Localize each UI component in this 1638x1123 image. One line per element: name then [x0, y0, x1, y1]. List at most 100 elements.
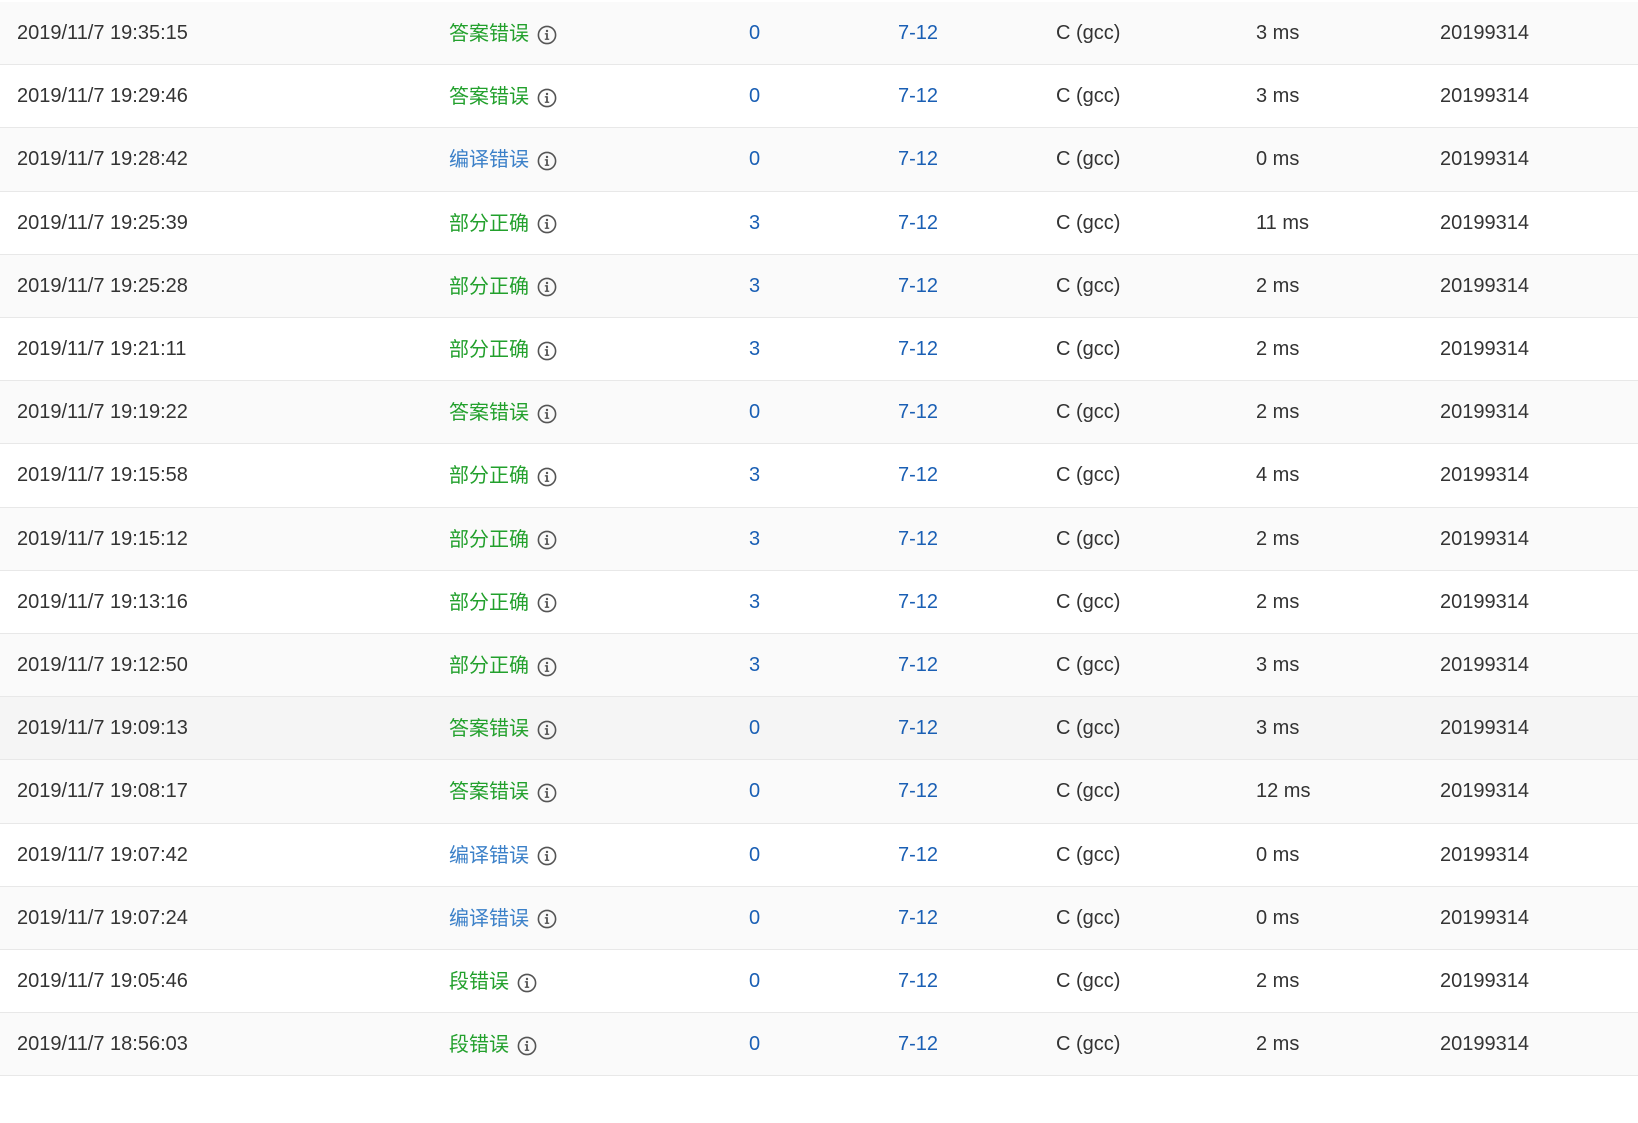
problem-link[interactable]: 7-12: [898, 887, 938, 950]
info-icon[interactable]: [537, 404, 557, 424]
problem-link[interactable]: 7-12: [898, 381, 938, 444]
table-row[interactable]: 2019/11/7 19:29:46 答案错误 0 7-12 C (gcc) 3 ms 20…: [0, 65, 1638, 129]
problem-link[interactable]: 7-12: [898, 128, 938, 191]
table-row[interactable]: 2019/11/7 19:09:13 答案错误 0 7-12 C (gcc) 3 ms 20…: [0, 697, 1638, 761]
info-icon[interactable]: [537, 783, 557, 803]
problem-link[interactable]: 7-12: [898, 824, 938, 887]
problem-link[interactable]: 7-12: [898, 2, 938, 65]
score-link[interactable]: 0: [749, 887, 760, 950]
score-link[interactable]: 0: [749, 65, 760, 128]
info-icon[interactable]: [537, 277, 557, 297]
status-label[interactable]: 部分正确: [449, 634, 529, 697]
time-cost: 2 ms: [1256, 401, 1300, 424]
problem-link[interactable]: 7-12: [898, 760, 938, 823]
info-icon[interactable]: [537, 909, 557, 929]
info-icon[interactable]: [537, 88, 557, 108]
status-label[interactable]: 部分正确: [449, 444, 529, 507]
status-label[interactable]: 部分正确: [449, 508, 529, 571]
table-row[interactable]: 2019/11/7 19:25:28 部分正确 3 7-12 C (gcc) 2 ms 20…: [0, 254, 1638, 318]
problem-link[interactable]: 7-12: [898, 318, 938, 381]
info-icon[interactable]: [537, 467, 557, 487]
info-icon[interactable]: [537, 593, 557, 613]
time-cost: 2 ms: [1256, 1033, 1300, 1056]
table-row[interactable]: 2019/11/7 19:19:22 答案错误 0 7-12 C (gcc) 2 ms 20…: [0, 381, 1638, 445]
user-id: 20199314: [1440, 970, 1529, 992]
compiler: C (gcc): [1056, 464, 1121, 487]
score-link[interactable]: 0: [749, 950, 760, 1013]
problem-link[interactable]: 7-12: [898, 1013, 938, 1076]
table-row[interactable]: 2019/11/7 19:07:42 编译错误 0 7-12 C (gcc) 0 ms 20…: [0, 823, 1638, 887]
status-label[interactable]: 答案错误: [449, 2, 529, 65]
info-icon[interactable]: [537, 720, 557, 740]
status-cell: 编译错误: [449, 824, 557, 887]
problem-link[interactable]: 7-12: [898, 192, 938, 255]
problem-link[interactable]: 7-12: [898, 255, 938, 318]
table-row[interactable]: 2019/11/7 19:13:16 部分正确 3 7-12 C (gcc) 2 ms 20…: [0, 570, 1638, 634]
score-link[interactable]: 3: [749, 318, 760, 381]
problem-link[interactable]: 7-12: [898, 508, 938, 571]
score-link[interactable]: 0: [749, 1013, 760, 1076]
submissions-table: 2019/11/7 19:35:15 答案错误 0 7-12 C (gcc) 3 ms 20…: [0, 0, 1638, 1123]
submit-time: 2019/11/7 19:21:11: [17, 338, 187, 360]
info-icon[interactable]: [537, 151, 557, 171]
user-id: 20199314: [1440, 464, 1529, 487]
status-label[interactable]: 编译错误: [449, 128, 529, 191]
info-icon[interactable]: [537, 657, 557, 677]
status-label[interactable]: 段错误: [449, 1013, 509, 1076]
problem-link[interactable]: 7-12: [898, 950, 938, 1013]
problem-link[interactable]: 7-12: [898, 571, 938, 634]
score-link[interactable]: 3: [749, 444, 760, 507]
score-link[interactable]: 3: [749, 634, 760, 697]
info-icon[interactable]: [537, 214, 557, 234]
table-row[interactable]: 2019/11/7 19:12:50 部分正确 3 7-12 C (gcc) 3 ms 20…: [0, 634, 1638, 698]
status-label[interactable]: 编译错误: [449, 824, 529, 887]
status-label[interactable]: 部分正确: [449, 571, 529, 634]
user-id: 20199314: [1440, 148, 1529, 171]
status-cell: 部分正确: [449, 444, 557, 507]
score-link[interactable]: 0: [749, 697, 760, 760]
problem-link[interactable]: 7-12: [898, 697, 938, 760]
status-label[interactable]: 答案错误: [449, 760, 529, 823]
problem-link[interactable]: 7-12: [898, 634, 938, 697]
score-link[interactable]: 3: [749, 255, 760, 318]
info-icon[interactable]: [537, 25, 557, 45]
status-label[interactable]: 编译错误: [449, 887, 529, 950]
table-row[interactable]: 2019/11/7 19:15:12 部分正确 3 7-12 C (gcc) 2 ms 20…: [0, 507, 1638, 571]
score-link[interactable]: 0: [749, 381, 760, 444]
info-icon[interactable]: [517, 1036, 537, 1056]
score-link[interactable]: 0: [749, 128, 760, 191]
score-link[interactable]: 3: [749, 571, 760, 634]
table-row[interactable]: 2019/11/7 19:05:46 段错误 0 7-12 C (gcc) 2 ms 201…: [0, 950, 1638, 1014]
table-row[interactable]: 2019/11/7 19:15:58 部分正确 3 7-12 C (gcc) 4 ms 20…: [0, 444, 1638, 508]
score-link[interactable]: 3: [749, 508, 760, 571]
score-link[interactable]: 0: [749, 824, 760, 887]
table-row[interactable]: 2019/11/7 19:28:42 编译错误 0 7-12 C (gcc) 0 ms 20…: [0, 128, 1638, 192]
info-icon[interactable]: [537, 846, 557, 866]
problem-link[interactable]: 7-12: [898, 444, 938, 507]
submit-time: 2019/11/7 19:08:17: [17, 780, 188, 803]
time-cost: 3 ms: [1256, 22, 1300, 44]
status-label[interactable]: 部分正确: [449, 192, 529, 255]
status-label[interactable]: 部分正确: [449, 255, 529, 318]
table-row[interactable]: 2019/11/7 19:25:39 部分正确 3 7-12 C (gcc) 11 ms 2…: [0, 191, 1638, 255]
info-icon[interactable]: [537, 341, 557, 361]
score-link[interactable]: 3: [749, 192, 760, 255]
table-row[interactable]: 2019/11/7 19:08:17 答案错误 0 7-12 C (gcc) 12 ms 2…: [0, 760, 1638, 824]
score-link[interactable]: 0: [749, 760, 760, 823]
status-label[interactable]: 答案错误: [449, 65, 529, 128]
status-label[interactable]: 段错误: [449, 950, 509, 1013]
status-label[interactable]: 答案错误: [449, 381, 529, 444]
table-row[interactable]: 2019/11/7 18:56:03 段错误 0 7-12 C (gcc) 2 ms 201…: [0, 1013, 1638, 1077]
compiler: C (gcc): [1056, 338, 1121, 360]
submit-time: 2019/11/7 19:09:13: [17, 717, 188, 740]
status-label[interactable]: 答案错误: [449, 697, 529, 760]
info-icon[interactable]: [537, 530, 557, 550]
score-link[interactable]: 0: [749, 2, 760, 65]
status-label[interactable]: 部分正确: [449, 318, 529, 381]
info-icon[interactable]: [517, 973, 537, 993]
table-row[interactable]: 2019/11/7 19:35:15 答案错误 0 7-12 C (gcc) 3 ms 20…: [0, 2, 1638, 66]
table-row[interactable]: 2019/11/7 19:07:24 编译错误 0 7-12 C (gcc) 0 ms 20…: [0, 886, 1638, 950]
compiler: C (gcc): [1056, 274, 1121, 297]
problem-link[interactable]: 7-12: [898, 65, 938, 128]
table-row[interactable]: 2019/11/7 19:21:11 部分正确 3 7-12 C (gcc) 2 ms 20…: [0, 318, 1638, 382]
